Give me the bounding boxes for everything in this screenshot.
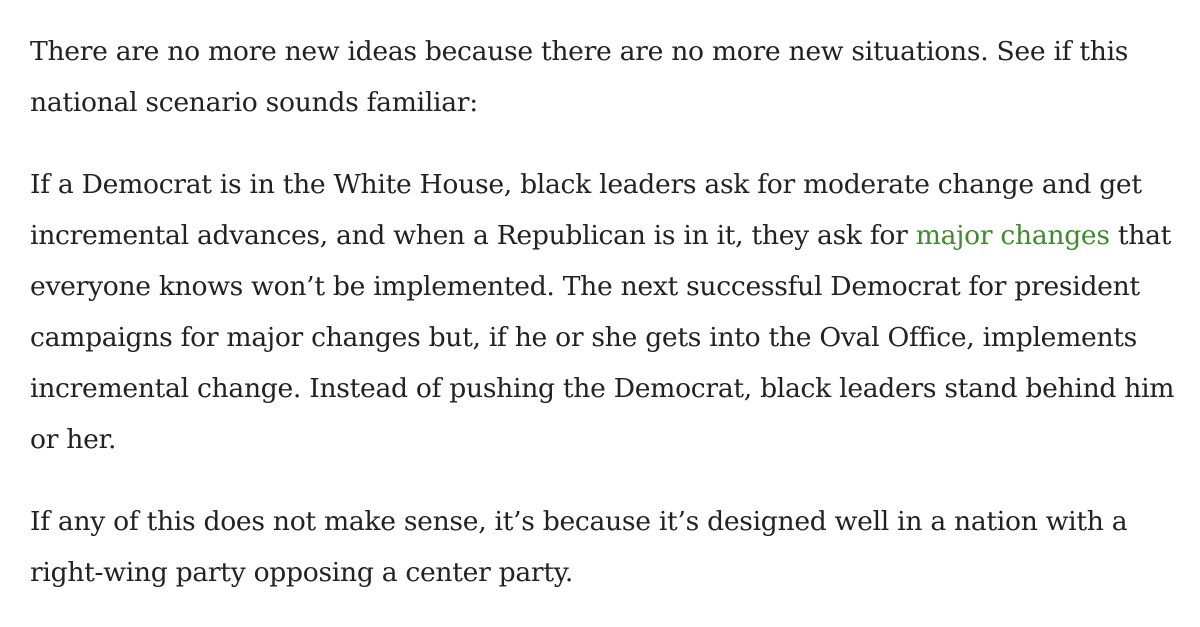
paragraph-intro: There are no more new ideas because ther… xyxy=(30,36,1129,118)
major-changes-link[interactable]: major changes xyxy=(916,220,1110,251)
article-body: There are no more new ideas because ther… xyxy=(30,26,1180,598)
paragraph-scenario: If a Democrat is in the White House, bla… xyxy=(30,159,1180,465)
paragraph-conclusion: If any of this does not make sense, it’s… xyxy=(30,506,1128,588)
paragraph-scenario-text-after-link: that everyone knows won’t be implemented… xyxy=(30,220,1175,455)
